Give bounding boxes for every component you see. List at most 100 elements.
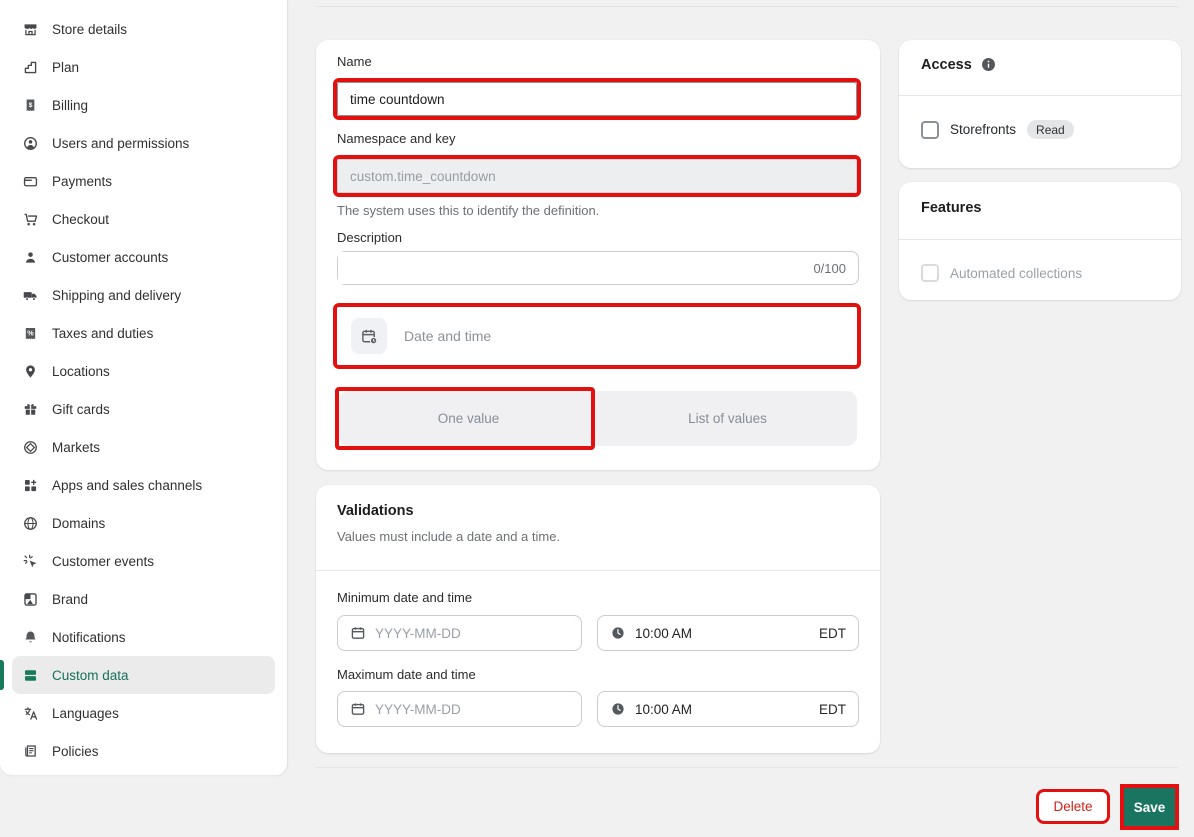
max-time-field[interactable]: 10:00 AM EDT [597,691,859,727]
save-annotation-box: Save [1120,784,1179,830]
validations-divider [316,570,880,571]
min-date-field [337,615,582,651]
clock-icon [612,627,624,639]
locations-pin-icon [26,364,35,378]
min-datetime-label: Minimum date and time [337,590,473,605]
description-input[interactable] [338,252,814,284]
one-value-label: One value [437,411,500,426]
sidebar-item-taxes-duties[interactable]: % Taxes and duties [12,314,275,352]
notifications-bell-icon [25,631,36,642]
sidebar-item-plan[interactable]: Plan [12,48,275,86]
content-type-label: Date and time [404,328,492,344]
automated-collections-checkbox [921,264,939,282]
sidebar-item-customer-accounts[interactable]: Customer accounts [12,238,275,276]
namespace-input [337,159,857,193]
max-time-value: 10:00 AM [635,701,693,717]
description-counter: 0/100 [813,260,846,276]
sidebar-item-apps-sales-channels[interactable]: Apps and sales channels [12,466,275,504]
name-input[interactable] [337,82,857,116]
sidebar-item-label: Domains [52,515,106,531]
sidebar-item-billing[interactable]: $ Billing [12,86,275,124]
sidebar-item-shipping-delivery[interactable]: Shipping and delivery [12,276,275,314]
settings-sidebar: Store details Plan $ Billing Users and p… [0,0,288,775]
max-date-field [337,691,582,727]
read-badge: Read [1027,120,1074,139]
one-value-option[interactable]: One value [339,391,598,446]
list-of-values-label: List of values [688,411,767,426]
namespace-label: Namespace and key [337,131,456,146]
list-of-values-option[interactable]: List of values [598,391,857,446]
sidebar-item-label: Shipping and delivery [52,287,182,303]
storefronts-checkbox[interactable] [921,120,939,139]
sidebar-item-checkout[interactable]: Checkout [12,200,275,238]
name-label: Name [337,54,372,69]
sidebar-item-label: Taxes and duties [52,325,154,341]
clock-icon [612,703,624,715]
delete-button[interactable]: Delete [1036,789,1110,824]
min-time-field[interactable]: 10:00 AM EDT [597,615,859,651]
checkout-cart-icon [24,213,38,225]
svg-text:%: % [27,328,34,337]
plan-icon [24,61,37,73]
sidebar-item-label: Custom data [52,667,129,683]
footer-divider [316,767,1178,768]
sidebar-item-label: Locations [52,363,110,379]
active-item-indicator [0,660,4,690]
billing-icon: $ [26,99,35,111]
customer-accounts-icon [25,251,36,263]
namespace-help-text: The system uses this to identify the def… [337,203,600,218]
max-date-input[interactable] [375,701,569,717]
automated-collections-label: Automated collections [950,265,1083,281]
languages-icon [24,706,38,720]
sidebar-item-label: Store details [52,21,128,37]
taxes-icon: % [25,327,36,339]
top-divider [316,6,1178,7]
customer-events-icon [23,554,37,567]
users-icon [24,136,37,150]
content-type-selector[interactable]: Date and time [337,307,857,365]
info-icon[interactable] [980,56,997,73]
gift-cards-icon [24,403,37,415]
max-datetime-label: Maximum date and time [337,667,476,682]
sidebar-item-domains[interactable]: Domains [12,504,275,542]
sidebar-item-label: Brand [52,591,89,607]
apps-icon [24,479,37,491]
sidebar-item-gift-cards[interactable]: Gift cards [12,390,275,428]
features-divider [899,239,1181,240]
calendar-icon [351,703,365,715]
validations-title: Validations [337,503,414,519]
sidebar-item-label: Customer events [52,553,155,569]
sidebar-item-locations[interactable]: Locations [12,352,275,390]
sidebar-item-label: Plan [52,59,80,75]
sidebar-item-label: Languages [52,705,119,721]
sidebar-item-label: Notifications [52,629,126,645]
sidebar-item-markets[interactable]: Markets [12,428,275,466]
sidebar-item-store-details[interactable]: Store details [12,10,275,48]
sidebar-item-brand[interactable]: Brand [12,580,275,618]
name-annotation-box [333,78,861,120]
store-icon [24,23,37,35]
calendar-clock-icon [351,318,387,354]
description-field: 0/100 [337,251,859,285]
domains-globe-icon [24,516,37,530]
description-label: Description [337,230,403,245]
min-date-input[interactable] [375,625,569,641]
svg-text:$: $ [29,101,33,108]
type-annotation-box: Date and time [333,303,861,369]
markets-icon [24,440,37,454]
calendar-icon [351,627,365,639]
sidebar-item-users-permissions[interactable]: Users and permissions [12,124,275,162]
access-divider [899,95,1181,96]
sidebar-item-label: Gift cards [52,401,110,417]
sidebar-item-policies[interactable]: Policies [12,732,275,770]
sidebar-item-languages[interactable]: Languages [12,694,275,732]
sidebar-item-label: Customer accounts [52,249,169,265]
max-timezone: EDT [819,701,846,717]
save-button[interactable]: Save [1124,788,1175,826]
sidebar-item-customer-events[interactable]: Customer events [12,542,275,580]
sidebar-item-custom-data[interactable]: Custom data [12,656,275,694]
payments-icon [23,176,38,186]
policies-icon [25,744,36,757]
sidebar-item-payments[interactable]: Payments [12,162,275,200]
sidebar-item-notifications[interactable]: Notifications [12,618,275,656]
